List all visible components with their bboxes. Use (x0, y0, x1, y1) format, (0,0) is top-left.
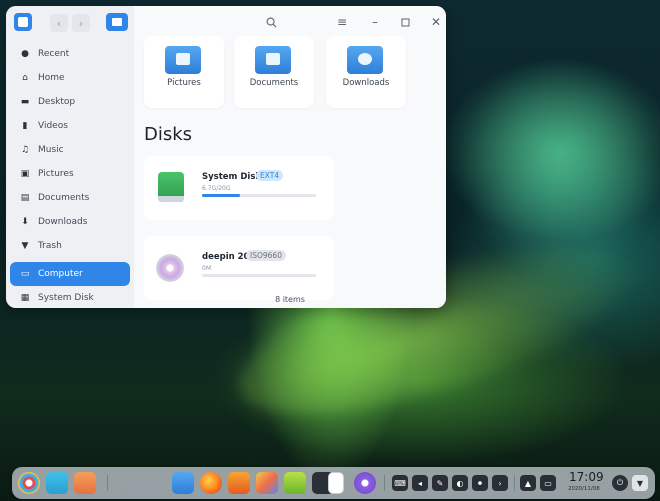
power-indicator-icon[interactable]: ◐ (452, 475, 468, 491)
sidebar-item-label: Pictures (38, 169, 74, 179)
app-store-icon[interactable] (228, 472, 250, 494)
document-icon: ▤ (20, 193, 30, 203)
file-manager-app-icon[interactable] (14, 13, 32, 31)
sidebar-item-label: Desktop (38, 97, 76, 107)
folder-row: Pictures Documents Downloads (144, 36, 414, 110)
notification-icon[interactable]: ▲ (520, 475, 536, 491)
folder-documents-icon (255, 46, 291, 74)
file-manager-icon[interactable] (172, 472, 194, 494)
computer-icon: ▭ (20, 269, 30, 279)
disk-usage-bar (202, 274, 316, 277)
picture-icon: ▣ (20, 169, 30, 179)
sidebar-item-system-disk[interactable]: ▦ System Disk (10, 286, 130, 308)
disk-icon: ▦ (20, 293, 30, 303)
workspace-icon[interactable] (74, 472, 96, 494)
sidebar-item-label: Downloads (38, 217, 88, 227)
disk-card-system[interactable]: System Disk EXT4 6.7G/20G (144, 156, 334, 220)
expand-tray-icon[interactable]: › (492, 475, 508, 491)
maximize-icon[interactable] (396, 13, 414, 31)
launcher-icon[interactable] (18, 472, 40, 494)
folder-documents[interactable]: Documents (234, 36, 314, 108)
sidebar-item-downloads[interactable]: ⬇ Downloads (10, 210, 130, 234)
music-icon: ♫ (20, 145, 30, 155)
photos-icon[interactable] (256, 472, 278, 494)
desktop-icon: ▬ (20, 97, 30, 107)
content-area: ≡ – ✕ Pictures Documents Downloads Disks (134, 6, 446, 308)
folder-label: Documents (249, 78, 299, 88)
sidebar-item-music[interactable]: ♫ Music (10, 138, 130, 162)
trash-icon: ▼ (21, 241, 29, 251)
back-arrow-icon[interactable]: ‹ (50, 14, 68, 32)
sidebar-item-documents[interactable]: ▤ Documents (10, 186, 130, 210)
video-icon: ▮ (22, 121, 28, 131)
sidebar-list: ● Recent ⌂ Home ▬ Desktop ▮ Videos ♫ Mus… (6, 42, 134, 308)
sidebar-item-label: Videos (38, 121, 68, 131)
sidebar-item-home[interactable]: ⌂ Home (10, 66, 130, 90)
system-disk-icon (158, 172, 184, 202)
status-bar: 8 items (275, 295, 305, 304)
pen-icon[interactable]: ✎ (432, 475, 448, 491)
keyboard-icon[interactable]: ⌨ (392, 475, 408, 491)
sidebar-item-recent[interactable]: ● Recent (10, 42, 130, 66)
multitasking-icon[interactable] (46, 472, 68, 494)
filesystem-badge: ISO9660 (246, 250, 286, 261)
sidebar-item-videos[interactable]: ▮ Videos (10, 114, 130, 138)
sidebar-item-desktop[interactable]: ▬ Desktop (10, 90, 130, 114)
sidebar: ‹ › ● Recent ⌂ Home ▬ Desktop ▮ Videos ♫… (6, 6, 134, 308)
trash-bin-icon[interactable]: ▼ (632, 475, 648, 491)
disks-title: Disks (144, 124, 193, 145)
folder-downloads[interactable]: Downloads (326, 36, 406, 108)
sidebar-item-label: Recent (38, 49, 70, 59)
disk-usage-text: 6.7G/20G (202, 185, 231, 192)
folder-pictures-icon (165, 46, 201, 74)
folder-label: Downloads (342, 78, 390, 88)
dock: ⌨ ◂ ✎ ◐ ⚫ › ▲ ▭ 17:09 2020/11/08 ⏻ ▼ (12, 467, 655, 499)
settings-icon[interactable] (354, 472, 376, 494)
browser-icon[interactable] (200, 472, 222, 494)
clock-time[interactable]: 17:09 (569, 470, 604, 484)
home-icon: ⌂ (22, 73, 28, 83)
disk-name: System Disk (202, 172, 262, 182)
disk-usage-bar (202, 194, 316, 197)
download-icon: ⬇ (21, 217, 29, 227)
folder-pictures[interactable]: Pictures (144, 36, 224, 108)
view-mode-button[interactable] (106, 13, 128, 31)
optical-disc-icon (156, 254, 184, 282)
menu-icon[interactable]: ≡ (333, 13, 351, 31)
close-icon[interactable]: ✕ (427, 13, 445, 31)
sidebar-item-label: Documents (38, 193, 90, 203)
sidebar-item-label: Trash (38, 241, 62, 251)
music-player-icon[interactable] (284, 472, 306, 494)
folder-downloads-icon (347, 46, 383, 74)
sidebar-item-label: Computer (38, 269, 83, 279)
volume-icon[interactable]: ◂ (412, 475, 428, 491)
calendar-icon[interactable] (328, 472, 344, 494)
screen-icon[interactable]: ▭ (540, 475, 556, 491)
forward-arrow-icon[interactable]: › (72, 14, 90, 32)
power-icon[interactable]: ⏻ (612, 475, 628, 491)
filesystem-badge: EXT4 (256, 170, 284, 181)
sidebar-item-label: System Disk (38, 293, 94, 303)
minimize-icon[interactable]: – (366, 13, 384, 31)
disk-card-deepin[interactable]: deepin 20 ISO9660 0M (144, 236, 334, 300)
sidebar-item-label: Music (38, 145, 64, 155)
folder-label: Pictures (167, 78, 201, 88)
disk-usage-text: 0M (202, 265, 211, 272)
disk-name: deepin 20 (202, 252, 250, 262)
sidebar-item-pictures[interactable]: ▣ Pictures (10, 162, 130, 186)
sidebar-item-label: Home (38, 73, 65, 83)
sidebar-item-computer[interactable]: ▭ Computer (10, 262, 130, 286)
network-icon[interactable]: ⚫ (472, 475, 488, 491)
file-manager-window: ‹ › ● Recent ⌂ Home ▬ Desktop ▮ Videos ♫… (6, 6, 446, 308)
clock-icon: ● (21, 49, 29, 59)
search-icon[interactable] (262, 13, 280, 31)
clock-date: 2020/11/08 (568, 486, 600, 492)
sidebar-item-trash[interactable]: ▼ Trash (10, 234, 130, 258)
